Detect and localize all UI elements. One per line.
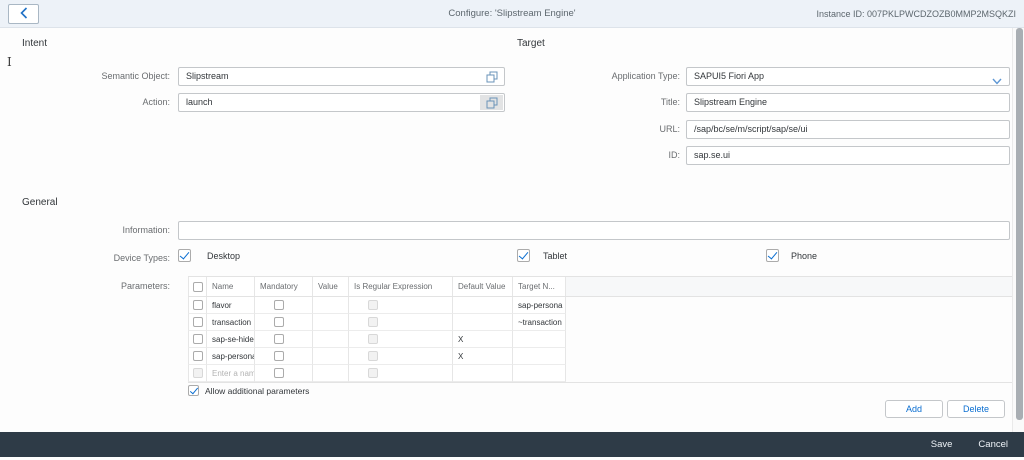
row-select-checkbox[interactable] <box>192 300 203 310</box>
device-type-desktop-checkbox[interactable] <box>178 249 191 262</box>
mandatory-checkbox[interactable] <box>274 368 284 378</box>
parameter-row-sap-persona[interactable]: sap-persona X <box>188 348 1012 365</box>
title-field[interactable]: Slipstream Engine <box>686 93 1010 112</box>
action-label: Action: <box>142 97 170 107</box>
top-bar: Configure: 'Slipstream Engine' Instance … <box>0 0 1024 28</box>
parameters-label: Parameters: <box>120 281 170 291</box>
chevron-down-icon[interactable] <box>992 74 1002 91</box>
section-title-general: General <box>22 197 58 208</box>
section-title-intent: Intent <box>22 38 48 49</box>
regex-checkbox <box>368 317 378 327</box>
semantic-object-field[interactable]: Slipstream <box>178 67 505 86</box>
parameter-row-new[interactable]: Enter a nam <box>188 365 1012 382</box>
device-type-phone-label: Phone <box>791 251 818 261</box>
parameter-name[interactable]: transaction <box>206 314 254 331</box>
parameter-default-value[interactable]: X <box>452 331 512 348</box>
column-header-mandatory[interactable]: Mandatory <box>254 277 312 296</box>
row-select-checkbox[interactable] <box>192 351 203 361</box>
information-field[interactable] <box>178 221 1010 240</box>
regex-checkbox <box>368 334 378 344</box>
column-header-is-regular-expression[interactable]: Is Regular Expression <box>348 277 452 296</box>
section-title-target: Target <box>517 38 545 49</box>
mandatory-checkbox[interactable] <box>274 317 284 327</box>
allow-additional-parameters-label: Allow additional parameters <box>205 385 310 396</box>
parameter-value[interactable] <box>312 297 348 314</box>
parameter-name-input[interactable]: Enter a nam <box>206 365 254 382</box>
application-type-label: Application Type: <box>611 71 680 81</box>
column-header-default-value[interactable]: Default Value <box>452 277 512 296</box>
device-types-label: Device Types: <box>113 253 170 263</box>
regex-checkbox <box>368 351 378 361</box>
mandatory-checkbox[interactable] <box>274 300 284 310</box>
semantic-object-value: Slipstream <box>186 71 229 81</box>
column-header-name[interactable]: Name <box>206 277 254 296</box>
parameter-target-name[interactable] <box>512 331 566 348</box>
url-label: URL: <box>659 124 680 134</box>
parameter-target-name[interactable] <box>512 365 566 382</box>
scrollbar-thumb[interactable] <box>1016 28 1023 420</box>
parameter-default-value[interactable] <box>452 314 512 331</box>
vertical-scrollbar[interactable] <box>1012 28 1024 432</box>
add-button[interactable]: Add <box>885 400 943 418</box>
regex-checkbox <box>368 300 378 310</box>
row-select-checkbox[interactable] <box>192 334 203 344</box>
device-type-phone-checkbox[interactable] <box>766 249 779 262</box>
action-field[interactable]: launch <box>178 93 505 112</box>
cancel-button[interactable]: Cancel <box>978 439 1008 450</box>
id-field[interactable]: sap.se.ui <box>686 146 1010 165</box>
parameter-row-flavor[interactable]: flavor sap-persona <box>188 297 1012 314</box>
value-help-icon[interactable] <box>480 69 503 84</box>
id-value: sap.se.ui <box>694 150 731 160</box>
parameter-name[interactable]: sap-se-hide- <box>206 331 254 348</box>
url-field[interactable]: /sap/bc/se/m/script/sap/se/ui <box>686 120 1010 139</box>
device-type-tablet-label: Tablet <box>543 251 568 261</box>
parameter-name[interactable]: sap-persona <box>206 348 254 365</box>
title-label: Title: <box>660 97 680 107</box>
parameter-target-name[interactable]: sap-persona <box>512 297 566 314</box>
mandatory-checkbox[interactable] <box>274 351 284 361</box>
parameters-table-header: Name Mandatory Value Is Regular Expressi… <box>188 277 1012 297</box>
column-header-target-name[interactable]: Target N... <box>512 277 566 296</box>
title-value: Slipstream Engine <box>694 97 768 107</box>
delete-button[interactable]: Delete <box>947 400 1005 418</box>
parameter-name[interactable]: flavor <box>206 297 254 314</box>
regex-checkbox <box>368 368 378 378</box>
parameter-value[interactable] <box>312 314 348 331</box>
parameter-default-value[interactable] <box>452 297 512 314</box>
row-select-checkbox[interactable] <box>192 317 203 327</box>
instance-id: Instance ID: 007PKLPWCDZOZB0MMP2MSQKZI <box>816 9 1016 19</box>
parameter-target-name[interactable] <box>512 348 566 365</box>
device-type-desktop-label: Desktop <box>207 251 241 261</box>
application-type-select[interactable]: SAPUI5 Fiori App <box>686 67 1010 86</box>
row-select-checkbox <box>192 368 203 378</box>
parameter-value[interactable] <box>312 331 348 348</box>
value-help-icon[interactable] <box>480 95 503 110</box>
configure-app-window: Configure: 'Slipstream Engine' Instance … <box>0 0 1024 460</box>
parameter-value[interactable] <box>312 348 348 365</box>
parameter-target-name[interactable]: ~transaction <box>512 314 566 331</box>
mandatory-checkbox[interactable] <box>274 334 284 344</box>
device-type-tablet-checkbox[interactable] <box>517 249 530 262</box>
allow-additional-parameters-row: Allow additional parameters <box>188 385 309 396</box>
url-value: /sap/bc/se/m/script/sap/se/ui <box>694 124 808 134</box>
parameter-row-sap-se-hide[interactable]: sap-se-hide- X <box>188 331 1012 348</box>
parameters-table: Name Mandatory Value Is Regular Expressi… <box>188 276 1012 383</box>
select-all-checkbox[interactable] <box>192 281 203 292</box>
save-button[interactable]: Save <box>931 439 953 450</box>
action-value: launch <box>186 97 213 107</box>
parameter-default-value[interactable] <box>452 365 512 382</box>
parameter-default-value[interactable]: X <box>452 348 512 365</box>
semantic-object-label: Semantic Object: <box>101 71 170 81</box>
allow-additional-parameters-checkbox[interactable] <box>188 385 199 396</box>
parameter-value[interactable] <box>312 365 348 382</box>
application-type-value: SAPUI5 Fiori App <box>694 71 765 81</box>
footer-bar: Save Cancel <box>0 432 1024 457</box>
information-label: Information: <box>122 225 170 235</box>
parameter-row-transaction[interactable]: transaction ~transaction <box>188 314 1012 331</box>
column-header-value[interactable]: Value <box>312 277 348 296</box>
id-label: ID: <box>668 150 680 160</box>
